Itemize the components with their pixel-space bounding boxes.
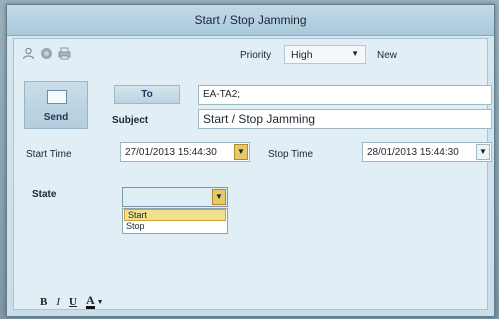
chevron-down-icon[interactable]: ▼: [476, 144, 490, 160]
record-icon[interactable]: [40, 47, 53, 60]
state-option-start[interactable]: Start: [124, 209, 226, 221]
subject-field[interactable]: Start / Stop Jamming: [198, 109, 492, 129]
person-icon[interactable]: [22, 47, 35, 60]
chevron-down-icon: ▼: [351, 49, 359, 58]
font-color-button[interactable]: A ▼: [85, 293, 104, 309]
priority-select[interactable]: High ▼: [284, 45, 366, 64]
priority-value: High: [291, 49, 313, 61]
bold-button[interactable]: B: [40, 296, 47, 308]
font-color-icon: A: [85, 293, 95, 309]
priority-label: Priority: [240, 50, 272, 61]
italic-button[interactable]: I: [56, 296, 60, 308]
chevron-down-icon: ▼: [96, 298, 104, 306]
subject-label: Subject: [112, 115, 149, 126]
print-icon[interactable]: [58, 47, 71, 60]
state-option-stop[interactable]: Stop: [123, 221, 227, 232]
send-label: Send: [43, 112, 69, 123]
stop-time-value: 28/01/2013 15:44:30: [367, 147, 459, 158]
chevron-down-icon[interactable]: ▼: [212, 189, 226, 205]
state-label: State: [32, 189, 57, 200]
envelope-icon: [47, 90, 67, 104]
compose-panel: Priority High ▼ New Send To EA-TA2; Subj…: [13, 38, 492, 310]
format-toolbar: B I U A ▼: [40, 293, 104, 309]
send-button[interactable]: Send: [24, 81, 88, 129]
to-button[interactable]: To: [114, 85, 180, 104]
stop-time-picker[interactable]: 28/01/2013 15:44:30 ▼: [362, 142, 492, 162]
dialog-window: Start / Stop Jamming Priority High ▼ New: [6, 4, 495, 317]
new-label: New: [377, 50, 398, 61]
chevron-down-icon[interactable]: ▼: [234, 144, 248, 160]
state-dropdown-list: Start Stop: [122, 208, 228, 234]
window-title: Start / Stop Jamming: [7, 5, 494, 36]
to-field[interactable]: EA-TA2;: [198, 85, 492, 105]
underline-button[interactable]: U: [69, 296, 77, 308]
start-time-value: 27/01/2013 15:44:30: [125, 147, 217, 158]
start-time-label: Start Time: [26, 149, 72, 160]
toolbar-icons: [22, 47, 71, 60]
start-time-picker[interactable]: 27/01/2013 15:44:30 ▼: [120, 142, 250, 162]
state-select[interactable]: ▼: [122, 187, 228, 207]
stop-time-label: Stop Time: [268, 149, 314, 160]
